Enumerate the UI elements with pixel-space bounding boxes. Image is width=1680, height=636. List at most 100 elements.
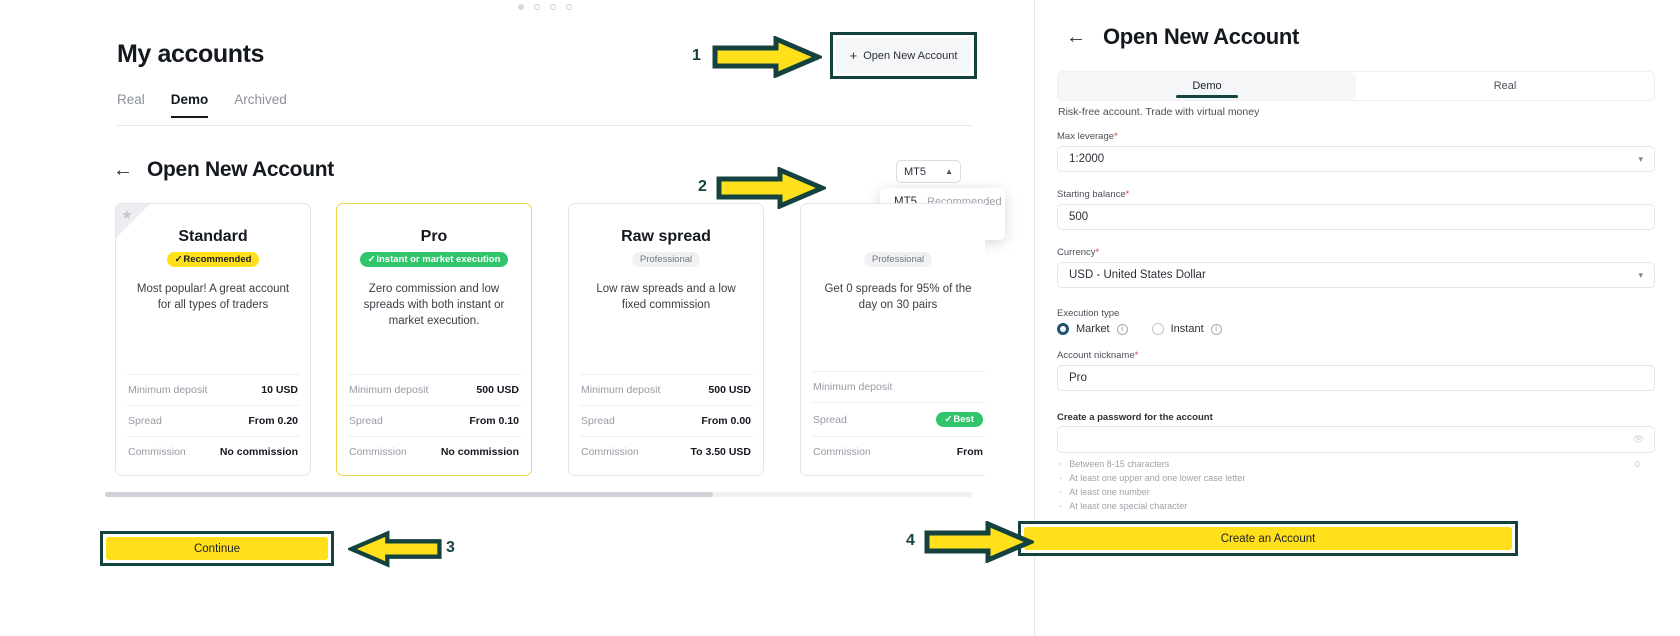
annotation-arrow-4 (924, 521, 1034, 563)
account-tabs: Real Demo Archived (117, 92, 287, 118)
bullet-icon: ◦ (1059, 459, 1063, 469)
spec-key: Spread (813, 413, 847, 426)
chevron-down-icon: ▾ (1638, 269, 1643, 280)
risk-free-note: Risk-free account. Trade with virtual mo… (1058, 106, 1260, 118)
max-leverage-select[interactable]: 1:2000 ▾ (1057, 146, 1655, 172)
spec-row: Commission No commission (126, 436, 300, 467)
card-specs: Minimum deposit 500 USD Spread From 0.00… (579, 374, 753, 467)
card-badge-label: Recommended (183, 254, 252, 265)
card-specs: Minimum deposit 10 USD Spread From 0.20 … (126, 374, 300, 467)
required-marker: * (1125, 189, 1130, 200)
annotation-arrow-1 (712, 36, 822, 78)
card-description: Zero commission and low spreads with bot… (363, 283, 505, 327)
bullet-icon: ◦ (1059, 487, 1063, 497)
page-title: My accounts (117, 40, 265, 68)
spec-value: Best (953, 414, 974, 425)
card-description: Most popular! A great account for all ty… (136, 283, 290, 311)
required-marker: * (1095, 247, 1100, 258)
card-badge: ✓ Instant or market execution (359, 252, 509, 267)
right-panel-title: Open New Account (1103, 24, 1300, 49)
check-circle-icon: ✓ (174, 254, 184, 265)
continue-button[interactable]: Continue (106, 537, 328, 560)
segment-real[interactable]: Real (1356, 72, 1654, 100)
spec-value: 500 USD (476, 384, 519, 396)
starting-balance-input[interactable]: 500 (1057, 204, 1655, 230)
arrow-left-icon[interactable]: ← (1066, 27, 1086, 47)
field-max-leverage: Max leverage* 1:2000 ▾ (1057, 131, 1655, 172)
spec-value: 500 USD (708, 384, 751, 396)
password-rules: ◦ Between 8-15 characters ◦ At least one u… (1059, 457, 1245, 513)
segment-demo[interactable]: Demo (1058, 72, 1356, 100)
star-icon: ★ (121, 207, 133, 222)
radio-instant-indicator (1151, 323, 1164, 335)
spec-value: No commission (440, 446, 519, 458)
account-card-zero-spread[interactable]: Zero spread Professional Get 0 spreads f… (800, 203, 985, 476)
spec-value: No commission (219, 446, 298, 458)
tab-archived[interactable]: Archived (234, 92, 287, 118)
tab-real[interactable]: Real (117, 92, 145, 118)
annotation-number-4: 4 (906, 532, 915, 549)
execution-type-radios: Market i Instant i (1057, 323, 1222, 335)
create-account-button[interactable]: Create an Account (1024, 527, 1512, 550)
card-badge: Professional (631, 252, 701, 267)
password-rule: ◦ Between 8-15 characters (1059, 459, 1170, 469)
spec-row: Minimum deposit 500 USD (579, 374, 753, 405)
password-rule: ◦ At least one special character (1059, 501, 1188, 511)
annotation-number-1: 1 (692, 47, 701, 64)
account-mode-segmented-control: Demo Real (1057, 71, 1655, 101)
password-input[interactable]: 👁 (1057, 426, 1655, 453)
card-title: Raw spread (621, 228, 711, 245)
spec-key: Spread (128, 415, 162, 427)
account-type-cards: ★ Standard ✓ Recommended Most popular! A… (105, 203, 985, 483)
field-account-nickname: Account nickname* Pro (1057, 350, 1655, 391)
radio-market-label: Market (1076, 323, 1110, 335)
spec-key: Spread (349, 415, 383, 427)
platform-select-value: MT5 (904, 165, 926, 178)
arrow-left-icon[interactable]: ← (113, 160, 133, 180)
plus-icon: + (849, 48, 858, 63)
open-new-account-label: Open New Account (863, 49, 958, 62)
annotation-number-3: 3 (446, 539, 455, 556)
spec-row: Spread From 0.20 (126, 405, 300, 436)
radio-market-indicator (1057, 323, 1069, 335)
account-card-raw-spread[interactable]: Raw spread Professional Low raw spreads … (568, 203, 764, 476)
sub-page-title: Open New Account (147, 158, 334, 181)
bullet-icon: ◦ (1059, 473, 1063, 483)
spec-value: From (956, 446, 983, 458)
currency-select[interactable]: USD - United States Dollar ▾ (1057, 262, 1655, 288)
card-badge: Professional (863, 252, 933, 267)
tab-demo[interactable]: Demo (170, 92, 209, 118)
spec-key: Commission (581, 446, 639, 458)
chevron-down-icon: ▾ (1638, 153, 1643, 164)
spec-row: Minimum deposit 500 USD (347, 374, 521, 405)
radio-market[interactable]: Market i (1057, 323, 1128, 335)
platform-select[interactable]: MT5 ▲ (896, 160, 961, 183)
create-account-highlight: Create an Account (1018, 521, 1518, 556)
spec-row: Commission From (811, 436, 985, 467)
account-card-standard[interactable]: ★ Standard ✓ Recommended Most popular! A… (115, 203, 311, 476)
spec-key: Minimum deposit (349, 384, 429, 396)
spec-row: Commission No commission (347, 436, 521, 467)
eye-icon[interactable]: 👁 (1633, 434, 1644, 445)
spec-row: Commission To 3.50 USD (579, 436, 753, 467)
bullet-icon: ◦ (1059, 501, 1063, 511)
card-title: Pro (420, 228, 448, 245)
annotation-arrow-3 (348, 530, 442, 568)
info-icon[interactable]: i (1210, 323, 1222, 335)
spec-row: Minimum deposit 10 USD (126, 374, 300, 405)
open-new-account-button[interactable]: + Open New Account (836, 38, 971, 73)
spec-key: Spread (581, 415, 615, 427)
info-icon[interactable]: i (1116, 323, 1128, 335)
field-starting-balance: Starting balance* 500 (1057, 189, 1655, 230)
spec-row: Minimum deposit (811, 371, 985, 402)
radio-instant[interactable]: Instant i (1151, 323, 1222, 335)
account-card-pro[interactable]: Pro ✓ Instant or market execution Zero c… (336, 203, 532, 476)
card-specs: Minimum deposit Spread ✓ Best Commission… (811, 371, 985, 467)
max-leverage-value: 1:2000 (1069, 153, 1105, 165)
spec-row: Spread From 0.10 (347, 405, 521, 436)
spec-row: Spread ✓ Best (811, 402, 985, 436)
account-nickname-input[interactable]: Pro (1057, 365, 1655, 391)
app-root: My accounts Real Demo Archived + Open Ne… (0, 0, 1680, 636)
cards-scrollbar-thumb[interactable] (105, 492, 713, 497)
spec-key: Minimum deposit (581, 384, 661, 396)
